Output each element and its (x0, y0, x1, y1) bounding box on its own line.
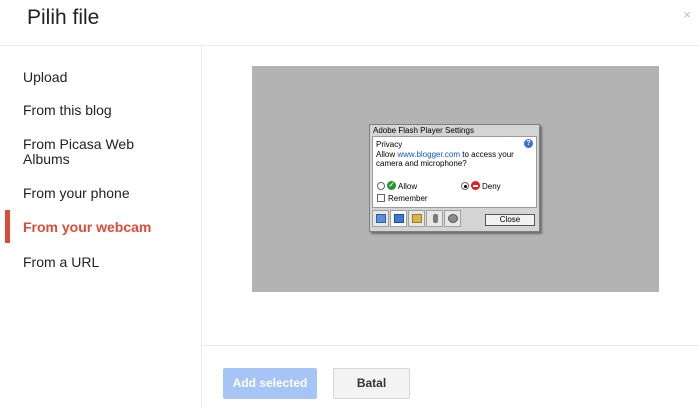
message-prefix: Allow (376, 150, 398, 159)
sidebar-item-from-a-url[interactable]: From a URL (23, 255, 99, 270)
sidebar-item-from-this-blog[interactable]: From this blog (23, 103, 112, 118)
webcam-icon (448, 214, 458, 223)
allow-check-icon: ✓ (387, 181, 396, 190)
file-picker-dialog: Pilih file × Upload From this blog From … (0, 0, 699, 409)
folder-icon (412, 214, 422, 223)
flash-close-button[interactable]: Close (485, 214, 535, 226)
flash-privacy-panel: Privacy ? Allow www.blogger.com to acces… (372, 136, 537, 208)
active-indicator (5, 210, 10, 243)
allow-label: Allow (398, 182, 418, 191)
sidebar-item-upload[interactable]: Upload (23, 70, 67, 85)
add-selected-button[interactable]: Add selected (223, 368, 317, 399)
sidebar-item-from-your-phone[interactable]: From your phone (23, 186, 130, 201)
message-site-link: www.blogger.com (397, 150, 461, 159)
flash-privacy-heading: Privacy (376, 140, 403, 149)
sidebar-item-from-your-webcam[interactable]: From your webcam (23, 220, 151, 235)
storage-tab[interactable] (408, 210, 425, 227)
deny-label: Deny (482, 182, 501, 191)
flash-permission-message: Allow www.blogger.com to access your cam… (376, 150, 531, 168)
microphone-tab[interactable] (426, 210, 443, 227)
remember-checkbox[interactable] (377, 194, 385, 202)
close-icon[interactable]: × (683, 8, 691, 21)
footer-divider (202, 345, 699, 346)
remember-label: Remember (388, 194, 428, 203)
flash-settings-panel: Adobe Flash Player Settings Privacy ? Al… (369, 124, 540, 232)
flash-settings-tabs (372, 210, 472, 228)
allow-radio[interactable] (377, 182, 385, 190)
help-icon[interactable]: ? (524, 139, 533, 148)
monitor-icon (376, 214, 386, 223)
display-tab[interactable] (372, 210, 389, 227)
deny-radio[interactable] (461, 182, 469, 190)
microphone-icon (433, 214, 438, 223)
dialog-title: Pilih file (27, 6, 100, 29)
flash-settings-title: Adobe Flash Player Settings (373, 126, 474, 135)
cancel-button[interactable]: Batal (333, 368, 410, 399)
deny-stop-icon (471, 181, 480, 190)
webcam-preview: Adobe Flash Player Settings Privacy ? Al… (252, 66, 659, 292)
privacy-monitor-icon (394, 214, 404, 223)
privacy-tab[interactable] (390, 210, 407, 227)
sidebar-item-from-picasa[interactable]: From Picasa Web Albums (23, 137, 173, 167)
camera-tab[interactable] (444, 210, 461, 227)
